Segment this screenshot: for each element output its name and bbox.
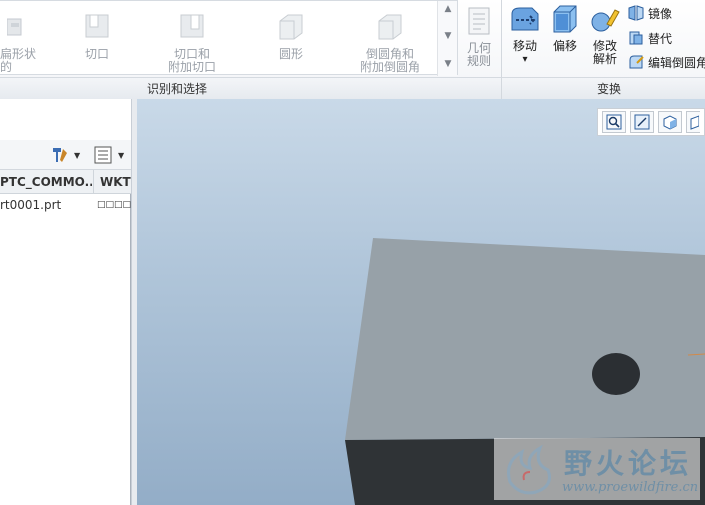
offset-icon bbox=[553, 5, 577, 33]
model-tree-header: PTC_COMMO... WKT bbox=[0, 170, 131, 194]
move-dropdown-icon[interactable]: ▾ bbox=[506, 53, 544, 66]
modify-analysis-icon bbox=[591, 9, 620, 32]
modify-label-line2: 解析 bbox=[592, 52, 617, 66]
replace-label: 替代 bbox=[648, 31, 673, 46]
gallery-item-shape[interactable]: 扁形状的 bbox=[0, 11, 44, 74]
tree-settings-button[interactable]: ▼ bbox=[50, 146, 80, 164]
gallery-expand-icon[interactable]: ▼ bbox=[442, 59, 454, 69]
gallery-scrollbar[interactable]: ▲ ▼ ▼ bbox=[437, 1, 457, 76]
move-button[interactable]: 移动 ▾ bbox=[506, 4, 544, 66]
group-label-identify-select: 识别和选择 bbox=[147, 82, 208, 96]
model-tree-panel: ▼ ▼ PTC_COMMO... WKT rt0001.prt □□□□ bbox=[0, 140, 131, 505]
chevron-down-icon[interactable]: ▼ bbox=[74, 151, 80, 160]
saved-orientations-button[interactable] bbox=[658, 111, 682, 133]
gallery-label: 扁形状的 bbox=[0, 47, 37, 74]
watermark-url: www.proewildfire.cn bbox=[562, 480, 699, 495]
cut-attach-feature-icon bbox=[180, 14, 204, 38]
edit-round-button[interactable]: 编辑倒圆角 bbox=[628, 52, 705, 72]
gallery-item-cut-and-attach[interactable]: 切口和 附加切口 bbox=[160, 11, 224, 74]
cut-feature-icon bbox=[85, 14, 109, 38]
tools-icon bbox=[53, 148, 67, 162]
block-top-face[interactable] bbox=[345, 238, 705, 440]
move-label: 移动 bbox=[512, 39, 537, 53]
edit-round-label: 编辑倒圆角 bbox=[648, 55, 705, 70]
move-icon bbox=[511, 7, 539, 31]
gallery-item-cut[interactable]: 切口 bbox=[70, 11, 124, 61]
mirror-icon bbox=[628, 5, 644, 21]
tree-item-wkt: □□□□ bbox=[97, 200, 132, 210]
hole-feature[interactable] bbox=[592, 353, 640, 395]
mirror-label: 镜像 bbox=[648, 6, 673, 21]
feature-gallery: 扁形状的 切口 切口和 附加切口 圆形 倒圆角和 附加倒圆角 ▲ ▼ ▼ bbox=[0, 0, 458, 76]
watermark-title: 野火论坛 bbox=[564, 447, 693, 480]
geometry-rule-icon bbox=[468, 7, 490, 35]
geometry-rule-label-line2: 规则 bbox=[466, 54, 491, 68]
tree-show-button[interactable]: ▼ bbox=[94, 146, 124, 164]
offset-label: 偏移 bbox=[552, 39, 577, 53]
display-style-button[interactable] bbox=[686, 111, 700, 133]
gallery-item-round[interactable]: 圆形 bbox=[262, 11, 320, 61]
forum-watermark: 野火论坛 www.proewildfire.cn bbox=[494, 438, 700, 500]
scroll-up-icon[interactable]: ▲ bbox=[442, 4, 454, 14]
gallery-label-line2: 附加倒圆角 bbox=[359, 60, 420, 74]
column-header-wkt[interactable]: WKT bbox=[100, 175, 131, 189]
view-toolbar bbox=[597, 108, 705, 136]
navigator-top-area bbox=[0, 99, 137, 140]
cube-view-icon bbox=[663, 115, 677, 130]
zoom-in-button[interactable] bbox=[630, 111, 654, 133]
zoom-fit-icon bbox=[606, 114, 622, 130]
replace-icon bbox=[629, 31, 643, 45]
model-tree-toolbar: ▼ ▼ bbox=[0, 140, 131, 170]
gallery-item-round-and-attach[interactable]: 倒圆角和 附加倒圆角 bbox=[352, 11, 428, 74]
display-style-icon bbox=[690, 115, 699, 130]
table-row[interactable]: rt0001.prt □□□□ bbox=[0, 196, 131, 216]
gallery-label: 切口 bbox=[84, 47, 109, 61]
gallery-label: 圆形 bbox=[278, 47, 303, 61]
column-divider[interactable] bbox=[93, 170, 94, 194]
round-attach-feature-icon bbox=[378, 14, 402, 40]
ribbon-separator bbox=[501, 77, 502, 99]
modify-analysis-button[interactable]: 修改 解析 bbox=[586, 4, 624, 66]
flame-logo-icon bbox=[507, 444, 551, 495]
chevron-down-icon[interactable]: ▼ bbox=[118, 151, 124, 160]
group-label-transform: 变换 bbox=[597, 82, 622, 96]
refit-button[interactable] bbox=[602, 111, 626, 133]
column-header-ptc-common[interactable]: PTC_COMMO... bbox=[0, 175, 92, 189]
tree-item-name: rt0001.prt bbox=[0, 198, 62, 212]
gallery-label-line2: 附加切口 bbox=[167, 60, 216, 74]
shape-feature-icon bbox=[6, 18, 22, 36]
zoom-window-icon bbox=[634, 114, 650, 130]
offset-button[interactable]: 偏移 bbox=[548, 4, 582, 53]
scroll-down-icon[interactable]: ▼ bbox=[442, 31, 454, 41]
round-feature-icon bbox=[279, 14, 303, 40]
mirror-button[interactable]: 镜像 bbox=[628, 3, 672, 23]
replace-button[interactable]: 替代 bbox=[628, 28, 672, 48]
edit-round-icon bbox=[629, 55, 644, 69]
list-icon bbox=[94, 146, 112, 164]
geometry-rule-button[interactable]: 几何 规则 bbox=[462, 6, 496, 68]
ribbon: 扁形状的 切口 切口和 附加切口 圆形 倒圆角和 附加倒圆角 ▲ ▼ ▼ 几何 … bbox=[0, 0, 705, 99]
